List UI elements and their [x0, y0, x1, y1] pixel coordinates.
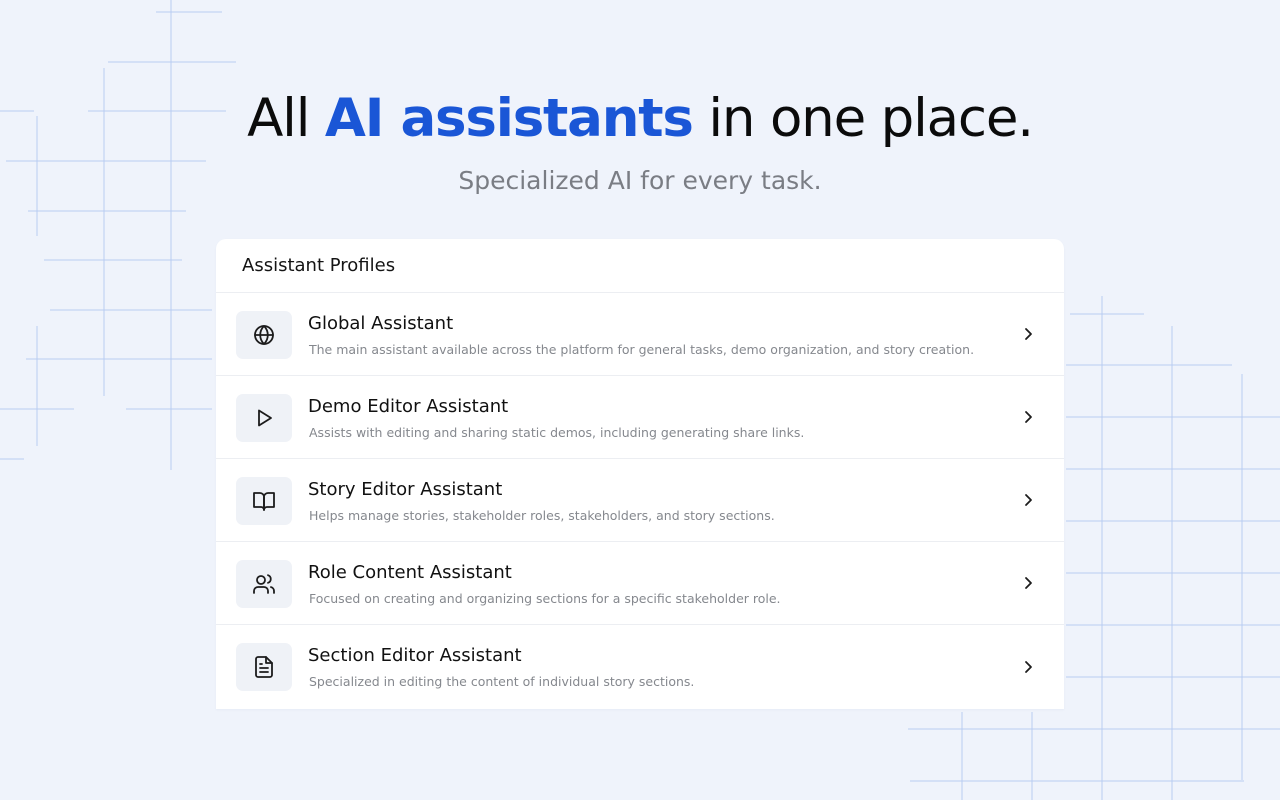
assistant-row-demo-editor[interactable]: Demo Editor Assistant Assists with editi…	[216, 376, 1064, 459]
assistant-title: Story Editor Assistant	[308, 479, 503, 500]
chevron-right-icon	[1025, 660, 1032, 673]
chevron-right-icon	[1025, 577, 1032, 589]
users-icon	[236, 560, 292, 608]
assistant-title: Role Content Assistant	[308, 562, 512, 583]
card-header: Assistant Profiles	[216, 239, 1064, 293]
assistant-profiles-card: Assistant Profiles Global Assistant The …	[216, 239, 1064, 709]
assistant-description: Focused on creating and organizing secti…	[309, 591, 781, 606]
chevron-right-icon	[1025, 328, 1032, 340]
assistant-row-global[interactable]: Global Assistant The main assistant avai…	[216, 293, 1064, 376]
assistant-description: Helps manage stories, stakeholder roles,…	[309, 508, 775, 523]
chevron-right-icon	[1025, 494, 1032, 506]
book-open-icon	[236, 477, 292, 525]
hero-title-accent: AI assistants	[324, 88, 694, 149]
assistant-row-story-editor[interactable]: Story Editor Assistant Helps manage stor…	[216, 459, 1064, 542]
assistant-description: Specialized in editing the content of in…	[309, 674, 695, 689]
assistant-description: The main assistant available across the …	[309, 342, 975, 357]
hero-subtitle: Specialized AI for every task.	[458, 166, 822, 195]
hero-title: All AI assistants in one place.	[0, 88, 1280, 149]
assistant-title: Demo Editor Assistant	[308, 396, 509, 417]
play-icon	[236, 394, 292, 442]
hero-title-prefix: All	[247, 88, 325, 149]
assistant-title: Global Assistant	[308, 313, 454, 334]
globe-icon	[236, 311, 292, 359]
assistant-title: Section Editor Assistant	[308, 645, 522, 666]
file-text-icon	[236, 643, 292, 691]
assistant-description: Assists with editing and sharing static …	[309, 425, 805, 440]
assistant-row-role-content[interactable]: Role Content Assistant Focused on creati…	[216, 542, 1064, 625]
hero-title-suffix: in one place.	[692, 88, 1034, 149]
assistant-row-section-editor[interactable]: Section Editor Assistant Specialized in …	[216, 625, 1064, 708]
chevron-right-icon	[1025, 411, 1032, 423]
